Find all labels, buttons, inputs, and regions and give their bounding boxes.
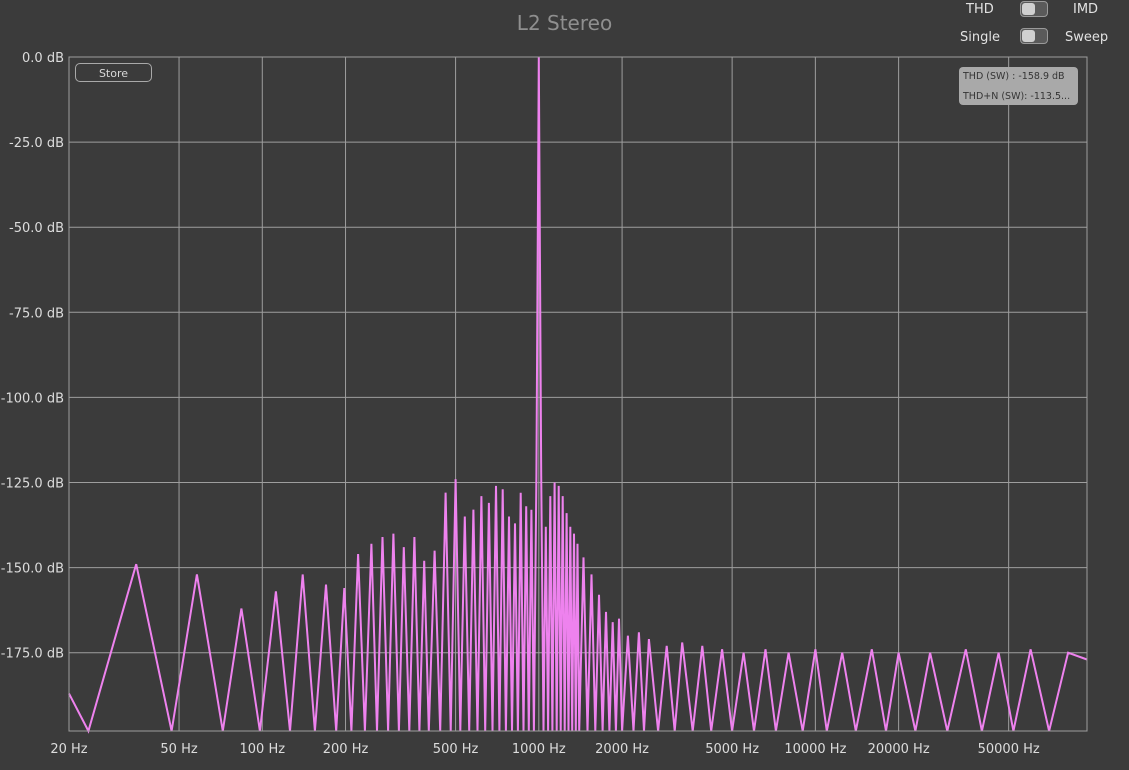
x-tick-label: 20000 Hz — [868, 742, 930, 757]
y-tick-label: -150.0 dB — [1, 562, 64, 577]
y-tick-label: -25.0 dB — [9, 136, 64, 151]
y-axis: 0.0 dB -25.0 dB -50.0 dB -75.0 dB -100.0 dB -… — [1, 51, 64, 662]
x-tick-label: 100 Hz — [240, 742, 286, 757]
y-tick-label: -75.0 dB — [9, 306, 64, 321]
x-tick-label: 50 Hz — [160, 742, 197, 757]
spectrum-chart: 20 Hz 50 Hz 100 Hz 200 Hz 500 Hz 1000 Hz 2000 … — [1, 51, 1088, 757]
x-tick-label: 1000 Hz — [512, 742, 566, 757]
x-tick-label: 5000 Hz — [705, 742, 759, 757]
y-tick-label: -100.0 dB — [1, 391, 64, 406]
x-tick-label: 10000 Hz — [784, 742, 846, 757]
x-tick-label: 200 Hz — [323, 742, 369, 757]
y-tick-label: 0.0 dB — [22, 51, 64, 66]
thd-readout: THD (SW) : -158.9 dB — [963, 71, 1065, 82]
y-tick-label: -50.0 dB — [9, 221, 64, 236]
x-tick-label: 20 Hz — [50, 742, 87, 757]
x-tick-label: 50000 Hz — [978, 742, 1040, 757]
trace-layer — [68, 56, 1088, 734]
x-tick-label: 500 Hz — [433, 742, 479, 757]
store-button[interactable]: Store — [75, 63, 152, 82]
thdn-readout: THD+N (SW): -113.5... — [963, 91, 1071, 102]
x-tick-label: 2000 Hz — [595, 742, 649, 757]
spectrum-trace — [68, 56, 1088, 734]
distortion-readout: THD (SW) : -158.9 dB THD+N (SW): -113.5.… — [959, 67, 1078, 105]
y-tick-label: -125.0 dB — [1, 477, 64, 492]
y-tick-label: -175.0 dB — [1, 647, 64, 662]
x-axis: 20 Hz 50 Hz 100 Hz 200 Hz 500 Hz 1000 Hz 2000 … — [50, 742, 1040, 757]
